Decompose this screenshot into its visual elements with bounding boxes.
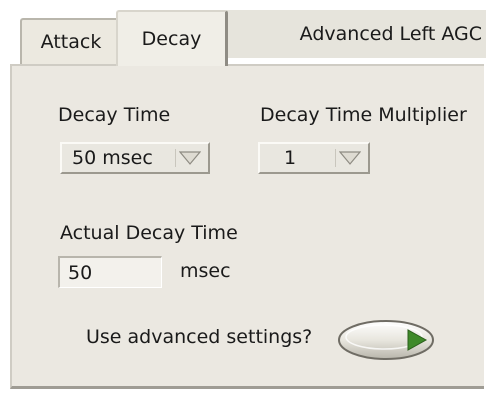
actual-decay-unit: msec <box>180 260 231 282</box>
decay-multiplier-label: Decay Time Multiplier <box>260 104 467 126</box>
tab-decay-label: Decay <box>141 28 202 50</box>
tab-advanced-left-agc[interactable]: Advanced Left AGC <box>226 10 486 58</box>
dropdown-arrow-icon[interactable] <box>335 149 364 167</box>
decay-multiplier-value: 1 <box>284 147 297 169</box>
tab-attack[interactable]: Attack <box>20 18 120 64</box>
agc-window: Attack Decay Advanced Left AGC Decay Tim… <box>0 0 486 393</box>
decay-time-dropdown[interactable]: 50 msec <box>60 142 210 174</box>
actual-decay-label: Actual Decay Time <box>60 222 238 244</box>
advanced-settings-toggle[interactable] <box>336 318 436 362</box>
decay-time-label: Decay Time <box>58 104 171 126</box>
tab-attack-label: Attack <box>40 31 102 53</box>
actual-decay-indicator: 50 <box>58 256 162 288</box>
advanced-settings-label: Use advanced settings? <box>86 326 313 348</box>
decay-time-value: 50 msec <box>72 147 153 169</box>
decay-multiplier-dropdown[interactable]: 1 <box>258 142 370 174</box>
oval-button-icon <box>338 320 434 360</box>
tab-decay[interactable]: Decay <box>116 10 228 66</box>
tab-advanced-left-agc-label: Advanced Left AGC <box>299 23 482 45</box>
dropdown-arrow-icon[interactable] <box>175 149 204 167</box>
actual-decay-value: 50 <box>68 261 93 284</box>
